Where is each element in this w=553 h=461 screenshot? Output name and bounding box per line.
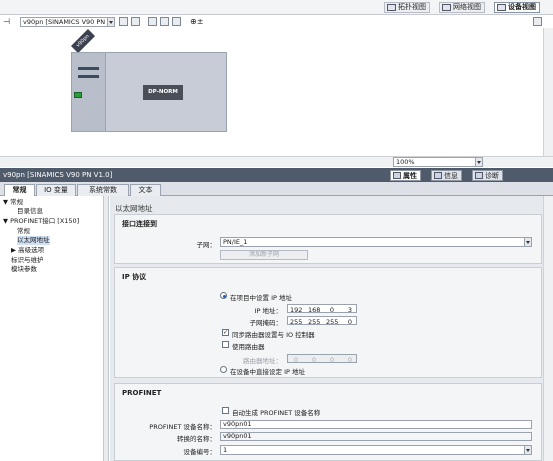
properties-tab-label: 属性 [403,172,417,180]
profinet-device-name-label: PROFINET 设备名称： [149,423,216,431]
info-icon [434,172,442,179]
topology-view-label: 拓扑视图 [398,3,426,11]
converted-name-label: 转换的名称： [177,435,216,443]
nav-module-parameters[interactable]: 模块参数 [11,265,37,274]
module-name-box[interactable]: DP-NORM [143,85,183,100]
add-new-subnet-button[interactable]: 添加新子网 [220,250,308,260]
section-title: 以太网地址 [115,204,153,213]
set-ip-in-project-radio[interactable] [220,292,227,299]
device-overview-icon[interactable] [131,17,140,26]
grid-icon[interactable] [160,17,169,26]
device-properties-icon[interactable] [119,17,128,26]
topology-icon [387,4,396,11]
properties-tab[interactable]: 属性 [390,170,421,181]
ip-address-label: IP 地址： [254,307,282,315]
tab-system-constants[interactable]: 系统常数 [77,184,129,196]
chevron-down-icon[interactable] [107,18,114,26]
connection-heading: 接口连接到 [122,220,157,228]
router-octet-4: 0 [347,356,353,364]
zoom-fit-icon[interactable] [172,17,181,26]
auto-generate-name-label: 自动生成 PROFINET 设备名称 [232,409,321,417]
router-address-label: 路由器地址： [243,357,282,365]
ip-octet-4: 3 [347,306,353,314]
nav-interface-general[interactable]: 常规 [17,227,30,236]
nav-ethernet-address[interactable]: 以太网地址 [17,236,50,245]
sync-router-label: 同步路由器设置与 IO 控制器 [232,331,315,339]
router-octet-2: 0 [311,356,317,364]
nav-catalog-info[interactable]: 目录信息 [17,207,43,216]
chevron-down-icon[interactable] [475,158,482,166]
profinet-device-name-input[interactable]: v90pn01 [220,420,532,429]
network-view-label: 网络视图 [453,3,481,11]
device-number-label: 设备编号： [183,448,217,456]
use-router-checkbox[interactable] [222,341,229,348]
ip-address-field[interactable]: 192 168 0 3 [287,304,357,314]
device-view-tab[interactable]: 设备视图 [494,2,540,13]
auto-generate-name-checkbox[interactable] [222,407,229,414]
mask-octet-2: 255 [308,318,321,326]
device-number-dropdown[interactable]: 1 [220,445,532,455]
set-ip-in-project-label: 在项目中设置 IP 地址 [230,294,292,302]
network-icon [442,4,451,11]
diagnostics-tab[interactable]: 诊断 [472,170,503,181]
mask-octet-3: 255 [326,318,339,326]
tab-texts[interactable]: 文本 [130,184,161,196]
topology-view-tab[interactable]: 拓扑视图 [384,2,430,13]
network-view-tab[interactable]: 网络视图 [439,2,485,13]
device-tool-icon[interactable]: ⊣ [3,17,10,26]
diagnostics-icon [475,172,483,179]
nav-advanced-options[interactable]: ▶ 高级选项 [11,246,44,255]
profinet-heading: PROFINET [122,389,162,397]
nav-identification-maintenance[interactable]: 标识与维护 [11,256,44,265]
display-icon[interactable] [148,17,157,26]
mask-octet-1: 255 [290,318,303,326]
properties-icon [393,172,401,179]
nav-profinet-interface[interactable]: ▼ PROFINET接口 [X150] [3,217,79,226]
subnet-value: PN/IE_1 [223,238,248,246]
router-address-field[interactable]: 0 0 0 0 [287,354,357,364]
properties-title: v90pn [SINAMICS V90 PN V1.0] [3,171,113,179]
sync-router-checkbox[interactable]: ✓ [222,329,229,336]
overview-panel-icon[interactable] [533,17,542,26]
subnet-mask-label: 子网掩码： [249,319,283,327]
tab-io-tags[interactable]: IO 变量 [36,184,76,196]
subnet-dropdown[interactable]: PN/IE_1 [220,237,532,247]
properties-navigation [0,196,104,461]
chevron-down-icon[interactable] [524,238,531,246]
router-octet-3: 0 [329,356,335,364]
ip-octet-2: 168 [308,306,321,314]
nav-general[interactable]: ▼ 常规 [3,198,23,207]
ip-protocol-heading: IP 协议 [122,273,147,281]
converted-name-field: v90pn01 [220,432,532,441]
device-select-dropdown[interactable]: v90pn [SINAMICS V90 PN V1.0] [20,17,115,27]
zoom-value: 100% [396,158,415,166]
diagnostics-tab-label: 诊断 [485,172,499,180]
device-view-label: 设备视图 [508,3,536,11]
zoom-icon[interactable]: ⊕± [190,17,203,26]
info-tab-label: 信息 [444,172,458,180]
mask-octet-4: 0 [347,318,353,326]
slot-indicator [78,75,99,78]
navigation-splitter[interactable] [104,196,109,461]
info-tab[interactable]: 信息 [431,170,462,181]
properties-vertical-scrollbar[interactable] [543,196,553,461]
device-number-value: 1 [223,446,228,454]
device-select-value: v90pn [SINAMICS V90 PN V1.0] [23,18,115,26]
subnet-label: 子网： [196,241,217,249]
subnet-mask-field[interactable]: 255 255 255 0 [287,316,357,326]
ip-octet-3: 0 [329,306,335,314]
slot-indicator [78,67,99,70]
chevron-down-icon[interactable] [524,446,531,454]
set-ip-on-device-radio[interactable] [220,366,227,373]
zoom-dropdown[interactable]: 100% [393,157,483,167]
device-icon [497,4,506,11]
set-ip-on-device-label: 在设备中直接设定 IP 地址 [230,368,305,376]
ethernet-port-icon[interactable] [74,92,82,98]
ip-octet-1: 192 [290,306,303,314]
use-router-label: 使用路由器 [232,343,265,351]
canvas-vertical-scrollbar[interactable] [543,28,553,156]
properties-title-bar: v90pn [SINAMICS V90 PN V1.0] [0,168,553,182]
router-octet-1: 0 [293,356,299,364]
